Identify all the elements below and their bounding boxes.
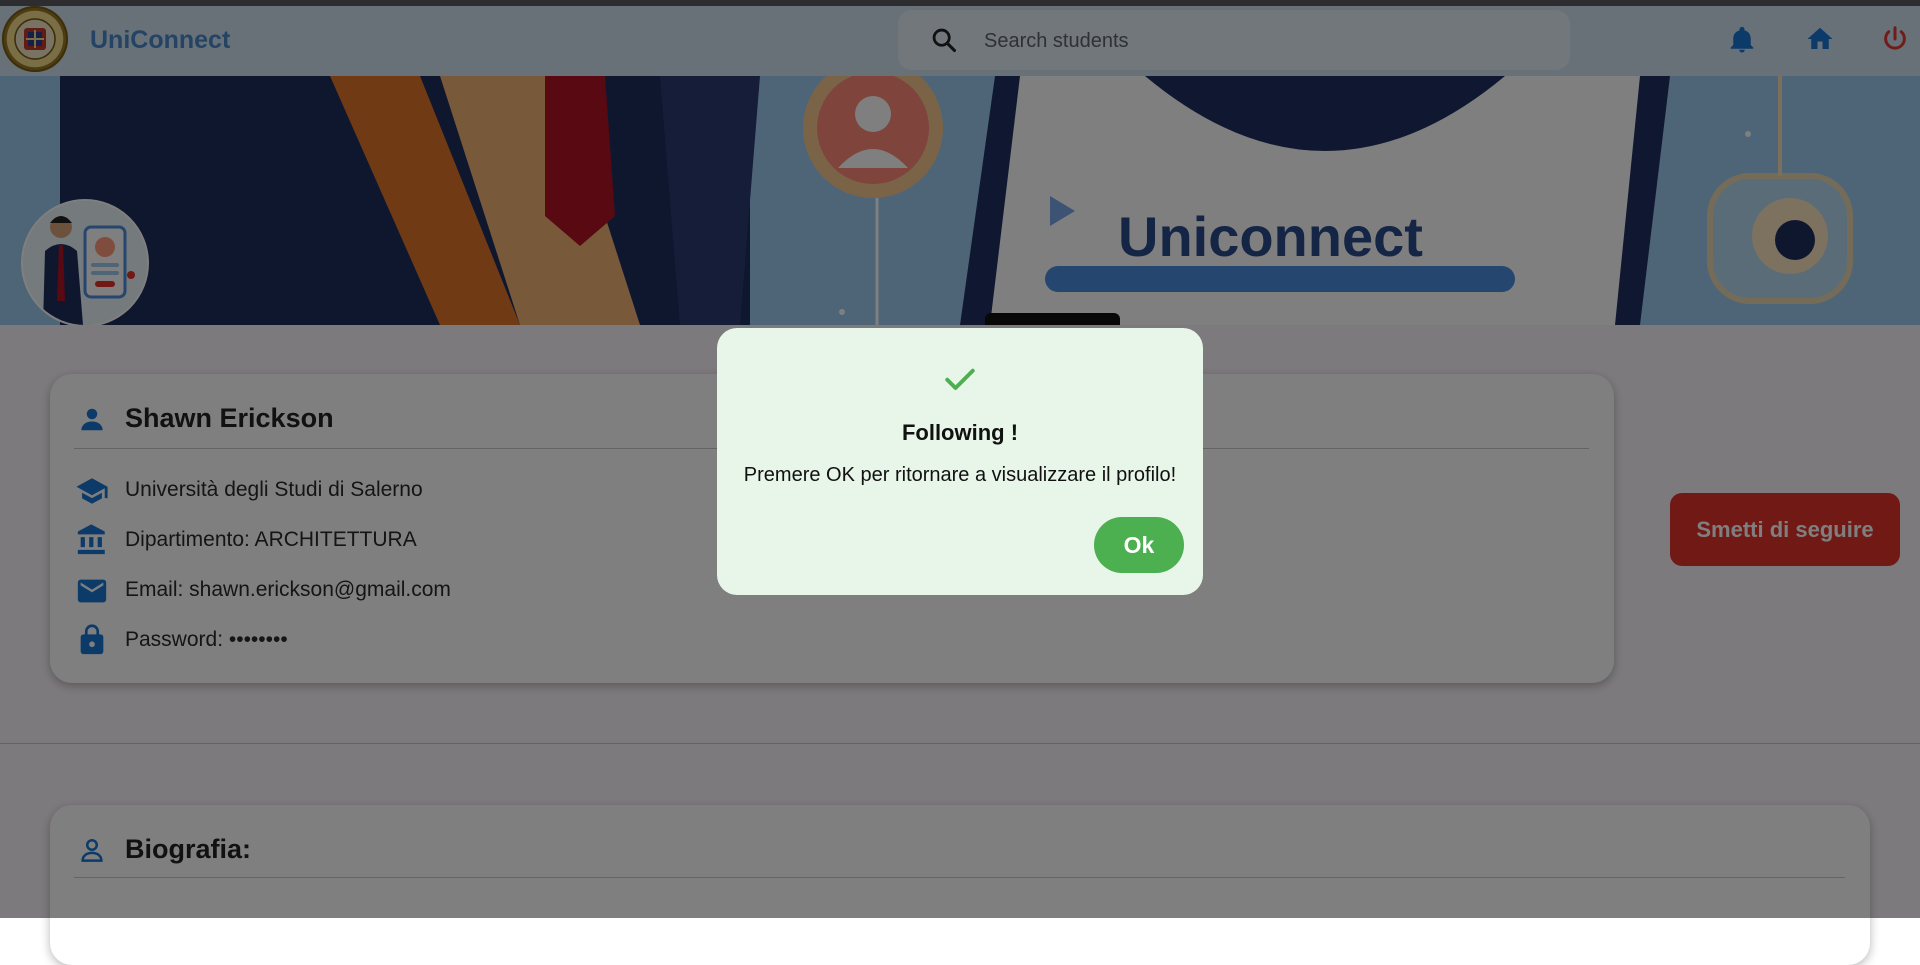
check-icon — [945, 368, 975, 390]
following-dialog: Following ! Premere OK per ritornare a v… — [717, 328, 1203, 595]
dialog-message: Premere OK per ritornare a visualizzare … — [743, 464, 1177, 486]
ok-button[interactable]: Ok — [1094, 517, 1184, 573]
dialog-title: Following ! — [901, 420, 1019, 445]
